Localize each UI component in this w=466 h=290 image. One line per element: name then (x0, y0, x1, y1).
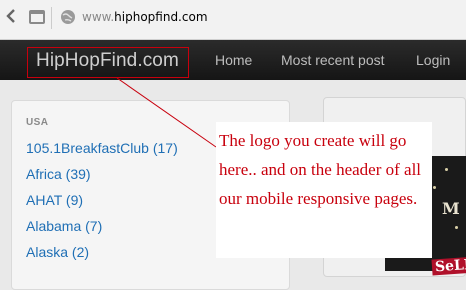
nav-home-link[interactable]: Home (215, 52, 252, 68)
globe-icon (61, 10, 75, 24)
browser-toolbar: www.hiphopfind.com (0, 0, 466, 40)
nav-login-link[interactable]: Login (416, 52, 450, 68)
promo-caption: SeLL (431, 256, 466, 276)
site-logo[interactable]: HipHopFind.com (36, 50, 179, 72)
tab-grid-icon[interactable] (29, 10, 45, 24)
back-icon[interactable] (5, 9, 17, 23)
category-link[interactable]: AHAT (9) (26, 192, 83, 208)
url-prefix: www. (82, 10, 115, 24)
toolbar-divider (51, 7, 52, 29)
annotation-note: The logo you create will go here.. and o… (216, 122, 432, 258)
url-host: hiphopfind.com (114, 10, 208, 24)
category-link[interactable]: Alabama (7) (26, 218, 102, 234)
category-link[interactable]: 105.1BreakfastClub (17) (26, 140, 178, 156)
address-bar[interactable]: www.hiphopfind.com (82, 10, 208, 24)
sidebar-heading: USA (26, 117, 49, 128)
promo-letter: M (442, 199, 460, 218)
category-link[interactable]: Alaska (2) (26, 244, 89, 260)
annotation-text: The logo you create will go here.. and o… (219, 131, 422, 208)
nav-recent-posts-link[interactable]: Most recent post (281, 52, 385, 68)
category-link[interactable]: Africa (39) (26, 166, 91, 182)
